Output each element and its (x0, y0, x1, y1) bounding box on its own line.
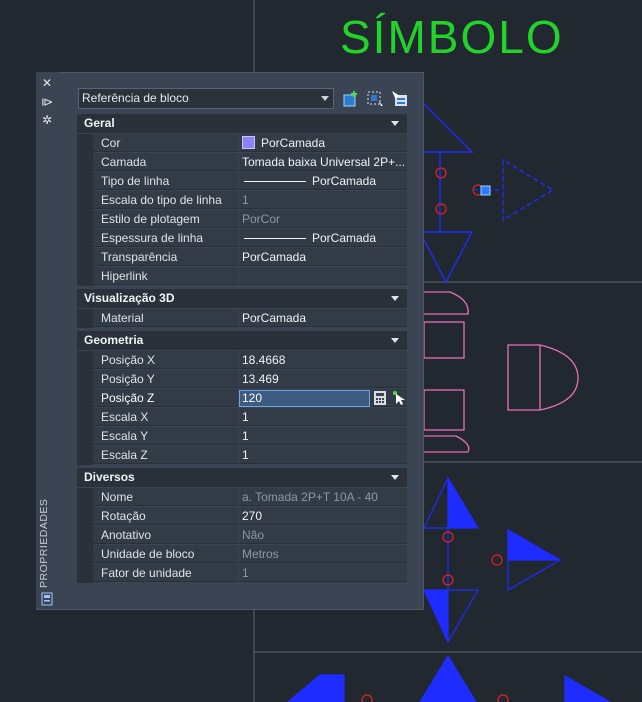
property-value: Metros (239, 545, 407, 563)
property-value[interactable]: PorCamada (239, 134, 407, 152)
property-name: Nome (93, 488, 238, 506)
property-value[interactable] (239, 267, 407, 285)
property-row-camada[interactable]: Camada Tomada baixa Universal 2P+... (77, 153, 407, 172)
property-name: Escala Y (93, 427, 238, 445)
object-type-value: Referência de bloco (82, 91, 189, 105)
property-name: Anotativo (93, 526, 238, 544)
property-row-escala-z[interactable]: Escala Z 1 (77, 446, 407, 465)
property-name: Posição Z (93, 389, 238, 407)
property-value[interactable]: 18.4668 (239, 351, 407, 369)
property-value[interactable]: 1 (239, 427, 407, 445)
property-value: a. Tomada 2P+T 10A - 40 (239, 488, 407, 506)
property-name: Camada (93, 153, 238, 171)
lineweight-sample (244, 238, 306, 239)
collapse-icon[interactable] (391, 121, 399, 126)
section-title-geometria: Geometria (84, 333, 144, 347)
toggle-pickadd-icon[interactable] (390, 89, 410, 109)
property-name: Espessura de linha (93, 229, 238, 247)
drawing-title-text: SÍMBOLO (340, 11, 564, 63)
property-name: Cor (93, 134, 238, 152)
property-value[interactable]: 270 (239, 507, 407, 525)
property-row-anotativo[interactable]: Anotativo Não (77, 526, 407, 545)
property-value: Não (239, 526, 407, 544)
select-objects-icon[interactable] (366, 89, 386, 109)
property-value-text: PorCamada (312, 174, 377, 188)
property-value: 1 (239, 191, 407, 209)
property-name: Transparência (93, 248, 238, 266)
property-row-posicao-x[interactable]: Posição X 18.4668 (77, 351, 407, 370)
property-value[interactable]: 13.469 (239, 370, 407, 388)
posicao-z-input[interactable]: 120 (239, 390, 370, 407)
chevron-down-icon (321, 96, 329, 101)
property-row-escala-tipo-linha[interactable]: Escala do tipo de linha 1 (77, 191, 407, 210)
calculator-icon[interactable] (373, 390, 387, 406)
section-header-geral[interactable]: Geral (77, 114, 407, 133)
property-row-escala-x[interactable]: Escala X 1 (77, 408, 407, 427)
property-row-material[interactable]: Material PorCamada (77, 309, 407, 328)
property-name: Escala do tipo de linha (93, 191, 238, 209)
property-row-unidade-bloco[interactable]: Unidade de bloco Metros (77, 545, 407, 564)
property-value-text: PorCamada (261, 136, 326, 150)
property-value-text: PorCamada (312, 231, 377, 245)
property-value[interactable]: 1 (239, 446, 407, 464)
property-row-fator-unidade[interactable]: Fator de unidade 1 (77, 564, 407, 583)
property-value: 1 (239, 564, 407, 582)
quick-properties-icon[interactable] (40, 592, 54, 606)
property-row-tipo-de-linha[interactable]: Tipo de linha PorCamada (77, 172, 407, 191)
property-row-estilo-plotagem[interactable]: Estilo de plotagem PorCor (77, 210, 407, 229)
property-name: Escala X (93, 408, 238, 426)
property-value[interactable]: PorCamada (239, 229, 407, 247)
property-row-escala-y[interactable]: Escala Y 1 (77, 427, 407, 446)
property-name: Escala Z (93, 446, 238, 464)
property-row-rotacao[interactable]: Rotação 270 (77, 507, 407, 526)
property-name: Posição X (93, 351, 238, 369)
object-type-dropdown[interactable]: Referência de bloco (78, 88, 334, 109)
property-value[interactable]: PorCamada (239, 309, 407, 327)
close-icon[interactable]: ✕ (40, 76, 54, 90)
property-name: Posição Y (93, 370, 238, 388)
property-name: Tipo de linha (93, 172, 238, 190)
property-name: Rotação (93, 507, 238, 525)
property-name: Fator de unidade (93, 564, 238, 582)
pink-outline-shapes (423, 291, 579, 453)
palette-title-label: PROPRIEDADES (38, 498, 50, 588)
property-value: PorCor (239, 210, 407, 228)
collapse-icon[interactable] (391, 296, 399, 301)
property-row-posicao-y[interactable]: Posição Y 13.469 (77, 370, 407, 389)
collapse-icon[interactable] (391, 338, 399, 343)
color-swatch (242, 136, 255, 149)
property-value[interactable]: PorCamada (239, 248, 407, 266)
settings-icon[interactable]: ✲ (40, 113, 54, 127)
auto-hide-icon[interactable]: ⧐ (40, 95, 54, 109)
property-name: Hiperlink (93, 267, 238, 285)
property-row-transparencia[interactable]: Transparência PorCamada (77, 248, 407, 267)
section-header-geometria[interactable]: Geometria (77, 331, 407, 350)
property-name: Unidade de bloco (93, 545, 238, 563)
section-title-visualizacao-3d: Visualização 3D (84, 291, 175, 305)
property-value[interactable]: Tomada baixa Universal 2P+... (239, 153, 407, 171)
property-name: Estilo de plotagem (93, 210, 238, 228)
section-header-diversos[interactable]: Diversos (77, 468, 407, 487)
property-row-cor[interactable]: Cor PorCamada (77, 134, 407, 153)
section-title-geral: Geral (84, 116, 115, 130)
red-markers-upper (435, 167, 484, 215)
property-row-espessura-linha[interactable]: Espessura de linha PorCamada (77, 229, 407, 248)
property-row-nome[interactable]: Nome a. Tomada 2P+T 10A - 40 (77, 488, 407, 507)
property-row-hiperlink[interactable]: Hiperlink (77, 267, 407, 286)
quick-select-icon[interactable] (342, 89, 362, 109)
collapse-icon[interactable] (391, 475, 399, 480)
property-name: Material (93, 309, 238, 327)
linetype-sample (244, 181, 306, 182)
section-header-visualizacao-3d[interactable]: Visualização 3D (77, 289, 407, 308)
pick-point-icon[interactable] (392, 390, 406, 406)
grip-marker (480, 185, 491, 196)
property-value[interactable]: 1 (239, 408, 407, 426)
property-value[interactable]: PorCamada (239, 172, 407, 190)
section-title-diversos: Diversos (84, 470, 135, 484)
